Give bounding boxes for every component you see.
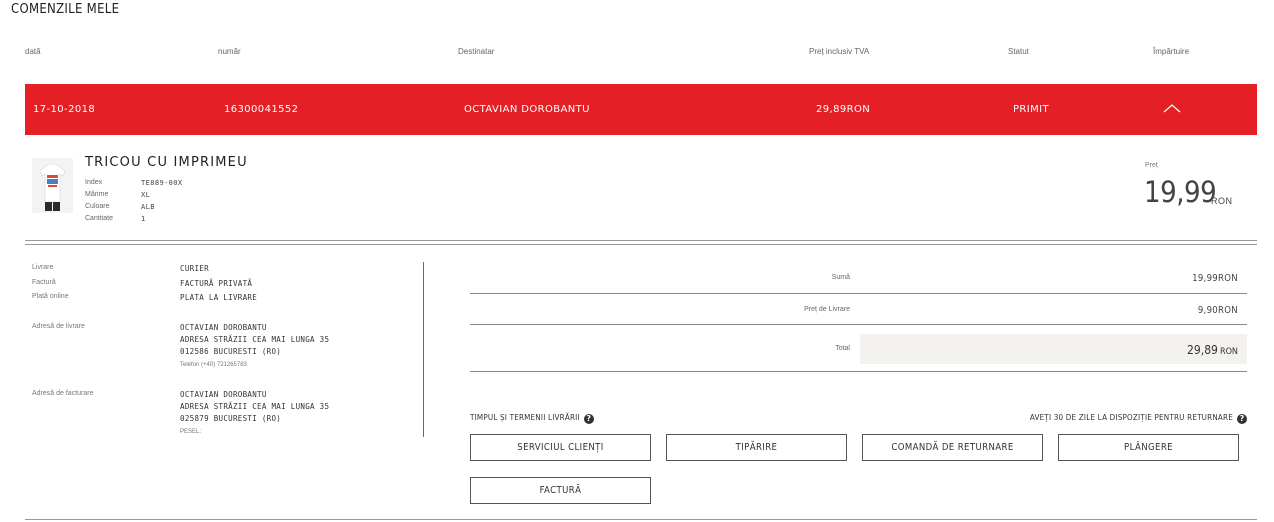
divider (25, 240, 1257, 241)
shipping-address-label: Adresă de livrare (32, 323, 85, 330)
invoice-label: Factură (32, 279, 56, 286)
help-icon[interactable]: ? (1237, 414, 1247, 424)
order-recipient: OCTAVIAN DOROBANTU (464, 104, 590, 115)
attr-value-size: XL (141, 191, 151, 199)
billing-address-extra: PESEL: (180, 426, 201, 435)
summary-divider (470, 371, 1247, 372)
customer-service-button[interactable]: SERVICIUL CLIENȚI (470, 434, 651, 461)
vertical-divider (423, 262, 424, 437)
total-value: 29,89 RON (1187, 343, 1238, 357)
product-title: TRICOU CU IMPRIMEU (85, 155, 248, 170)
sum-value: 19,99RON (1192, 273, 1238, 284)
product-price-currency: RON (1211, 196, 1233, 206)
shipping-address-phone: Telefon (+40) 721265783 (180, 359, 247, 368)
bottom-divider (25, 519, 1257, 520)
delivery-terms-text: TIMPUL ȘI TERMENII LIVRĂRII (470, 413, 580, 422)
shipping-address-street: ADRESA STRĂZII CEA MAI LUNGA 35 (180, 335, 330, 344)
tshirt-image (32, 158, 73, 213)
billing-address-street: ADRESA STRĂZII CEA MAI LUNGA 35 (180, 402, 330, 411)
shipping-cost-value: 9,90RON (1197, 305, 1238, 316)
complaint-button[interactable]: PLÂNGERE (1058, 434, 1239, 461)
payment-label: Plată online (32, 293, 69, 300)
shipping-address-city: 012586 BUCURESTI (RO) (180, 347, 282, 356)
returns-text: AVEȚI 30 DE ZILE LA DISPOZIȚIE PENTRU RE… (1029, 413, 1233, 422)
column-header-share: Împărtuire (1153, 47, 1190, 56)
pesel-text: PESEL: (180, 429, 202, 435)
delivery-label: Livrare (32, 264, 54, 271)
delivery-value: CURIER (180, 264, 209, 273)
attr-value-index: TE889-00X (141, 179, 183, 187)
delivery-terms-link[interactable]: TIMPUL ȘI TERMENII LIVRĂRII? (470, 413, 594, 424)
total-currency: RON (1219, 347, 1238, 357)
product-price: 19,99 (1144, 175, 1217, 209)
attr-label-color: Culoare (85, 203, 110, 210)
column-header-recipient: Destinatar (458, 47, 495, 56)
return-order-button[interactable]: COMANDĂ DE RETURNARE (862, 434, 1043, 461)
invoice-button[interactable]: FACTURĂ (470, 477, 651, 504)
attr-label-size: Mărime (85, 191, 109, 198)
order-price: 29,89RON (816, 104, 871, 115)
total-label: Total (835, 345, 850, 352)
column-header-status: Statut (1008, 47, 1029, 56)
billing-address-label: Adresă de facturare (32, 390, 94, 397)
order-row[interactable]: 17-10-2018 16300041552 OCTAVIAN DOROBANT… (25, 84, 1257, 135)
attr-value-quantity: 1 (141, 215, 146, 223)
column-header-number: număr (218, 47, 241, 56)
collapse-chevron-icon[interactable] (1163, 102, 1181, 114)
billing-address-name: OCTAVIAN DOROBANTU (180, 390, 267, 399)
page-title: COMENZILE MELE (11, 2, 120, 17)
attr-value-color: ALB (141, 203, 155, 211)
billing-address-city: 025879 BUCURESTI (RO) (180, 414, 282, 423)
help-icon[interactable]: ? (583, 414, 594, 424)
returns-info[interactable]: AVEȚI 30 DE ZILE LA DISPOZIȚIE PENTRU RE… (1030, 413, 1247, 424)
order-date: 17-10-2018 (33, 104, 96, 115)
print-button[interactable]: TIPĂRIRE (666, 434, 847, 461)
phone-text: Telefon (+40) 721265783 (180, 362, 247, 368)
attr-label-quantity: Cantitate (85, 215, 114, 222)
attr-label-index: Index (85, 179, 103, 186)
payment-value: PLATA LA LIVRARE (180, 293, 258, 302)
divider (25, 244, 1257, 245)
total-amount: 29,89 (1187, 343, 1218, 357)
sum-label: Sumă (831, 274, 850, 281)
product-thumbnail[interactable] (32, 158, 73, 213)
column-header-date: dată (25, 47, 41, 56)
summary-divider (470, 293, 1247, 294)
shipping-cost-label: Preț de Livrare (804, 306, 850, 313)
shipping-address-name: OCTAVIAN DOROBANTU (180, 323, 267, 332)
product-price-label: Preț (1145, 162, 1158, 169)
order-number: 16300041552 (224, 104, 299, 115)
column-header-price: Preț inclusiv TVA (809, 47, 870, 56)
summary-divider (470, 324, 1247, 325)
order-status: PRIMIT (1013, 104, 1050, 115)
invoice-value: FACTURĂ PRIVATĂ (180, 279, 253, 288)
